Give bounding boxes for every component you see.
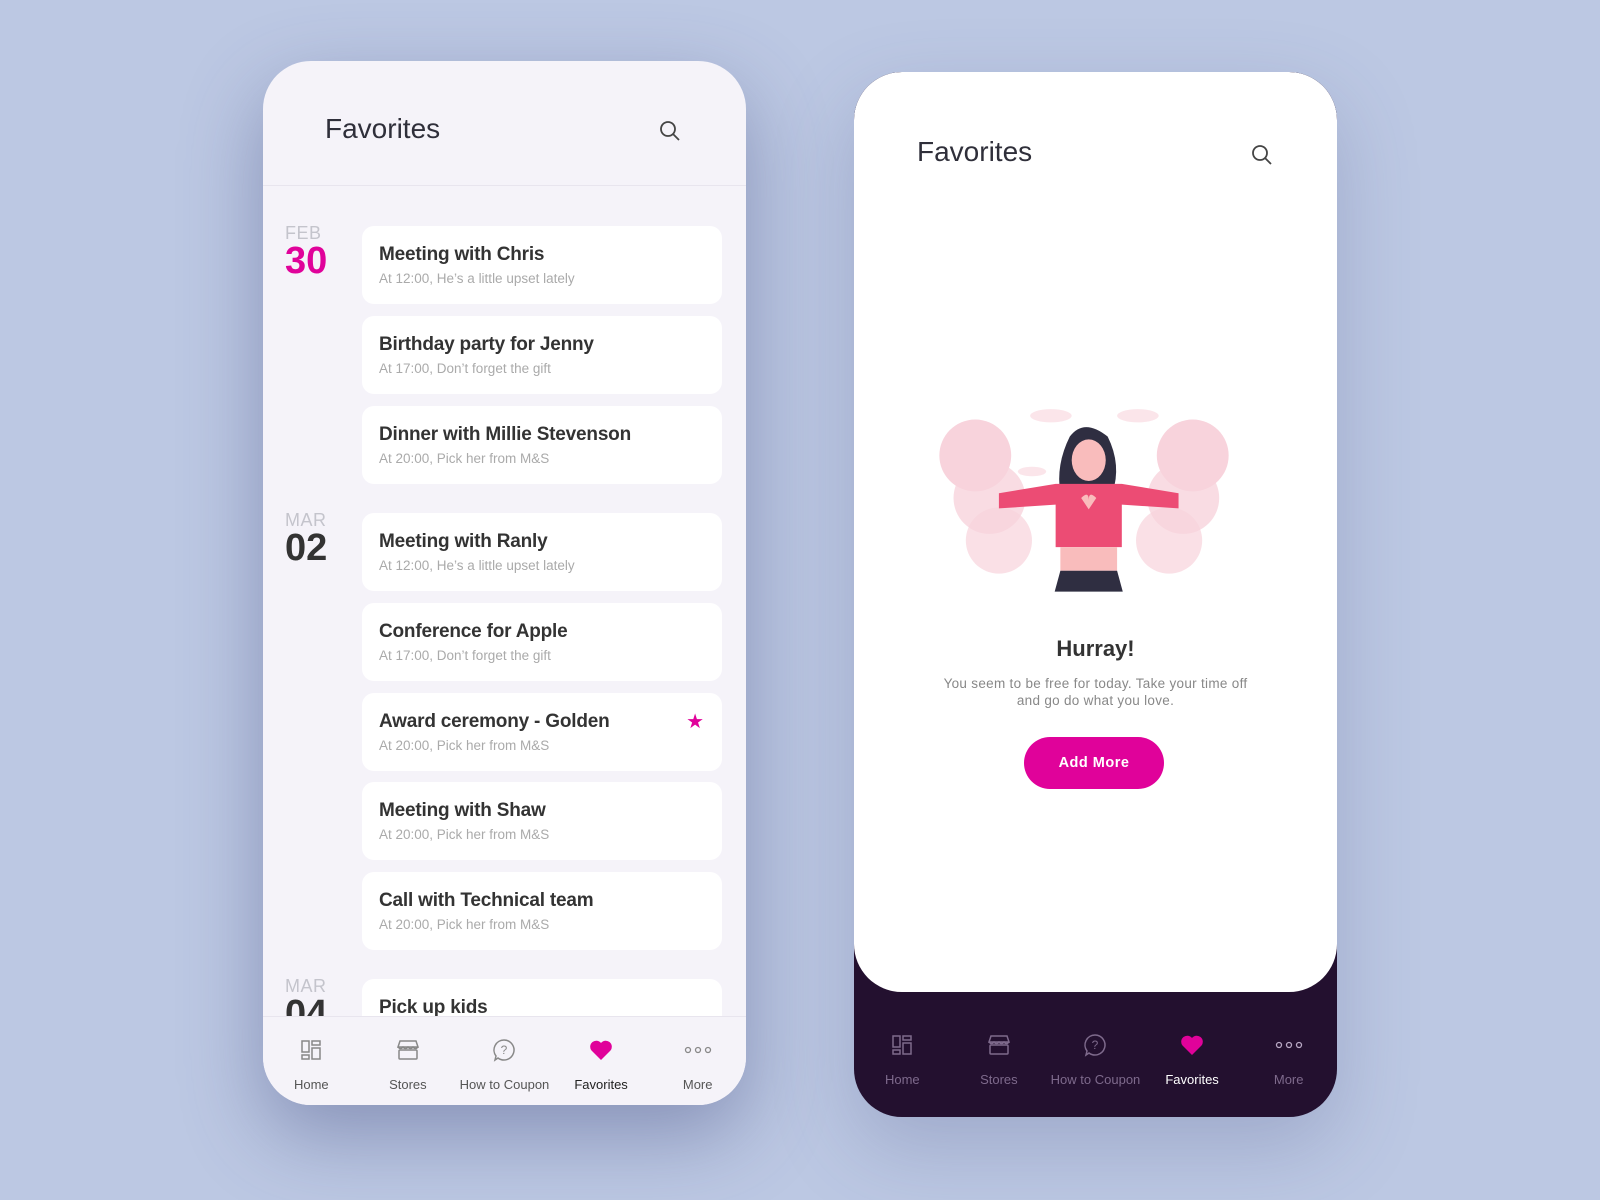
event-card[interactable]: Award ceremony - Golden At 20:00, Pick he… <box>362 693 722 771</box>
nav-home[interactable]: Home <box>854 1030 951 1087</box>
event-card[interactable]: Meeting with Chris At 12:00, He’s a littl… <box>362 226 722 304</box>
event-card[interactable]: Conference for Apple At 17:00, Don’t forg… <box>362 603 722 681</box>
event-card[interactable]: Meeting with Shaw At 20:00, Pick her from… <box>362 782 722 860</box>
heart-icon <box>590 1040 612 1060</box>
more-dots-icon <box>684 1046 711 1054</box>
nav-more[interactable]: More <box>1240 1030 1337 1087</box>
dashboard-icon <box>301 1040 322 1060</box>
date-label: FEB 30 <box>285 223 328 282</box>
nav-how-to-coupon[interactable]: ? How to Coupon <box>1047 1030 1144 1087</box>
more-dots-icon <box>1275 1041 1302 1049</box>
page-title: Favorites <box>917 136 1033 167</box>
header-divider <box>263 185 746 186</box>
svg-text:?: ? <box>501 1043 508 1057</box>
event-card[interactable]: Call with Technical team At 20:00, Pick h… <box>362 872 722 950</box>
store-icon <box>987 1035 1010 1055</box>
help-bubble-icon: ? <box>1084 1034 1107 1057</box>
search-icon[interactable] <box>658 119 682 143</box>
event-card[interactable]: Meeting with Ranly At 12:00, He’s a littl… <box>362 513 722 591</box>
search-icon[interactable] <box>1250 143 1274 167</box>
event-card[interactable]: Birthday party for Jenny At 17:00, Don’t … <box>362 316 722 394</box>
store-icon <box>396 1040 419 1060</box>
svg-text:?: ? <box>1092 1038 1099 1052</box>
favorites-empty-screen: Favorites Hurray! You seem to be free fo… <box>854 72 1337 1117</box>
empty-state-title: Hurray! <box>1056 636 1135 661</box>
star-icon[interactable]: ★ <box>686 709 704 734</box>
add-more-button[interactable]: Add More <box>1024 737 1164 789</box>
content-panel: Favorites Hurray! You seem to be free fo… <box>854 72 1337 992</box>
nav-home[interactable]: Home <box>263 1035 360 1105</box>
page-title: Favorites <box>325 113 441 144</box>
woman-heart-illustration <box>939 409 1229 592</box>
nav-how-to-coupon[interactable]: ? How to Coupon <box>456 1035 553 1105</box>
nav-favorites[interactable]: Favorites <box>1144 1030 1241 1087</box>
favorites-list-screen: Favorites FEB 30 MAR 02 MAR 04 Meeting with… <box>263 61 746 1105</box>
empty-state-message: You seem to be free for today. Take your… <box>943 676 1248 708</box>
nav-favorites[interactable]: Favorites <box>553 1035 650 1105</box>
dashboard-icon <box>892 1035 913 1055</box>
event-card[interactable]: Dinner with Millie Stevenson At 20:00, Pi… <box>362 406 722 484</box>
nav-stores[interactable]: Stores <box>951 1030 1048 1087</box>
help-bubble-icon: ? <box>493 1039 516 1062</box>
nav-stores[interactable]: Stores <box>360 1035 457 1105</box>
bottom-nav: Home Stores ? How to Coupon Favorites Mor… <box>263 1016 746 1105</box>
bottom-nav: Home Stores ? How to Coupon Favorites Mor… <box>854 1030 1337 1087</box>
date-label: MAR 02 <box>285 510 328 569</box>
heart-icon <box>1181 1035 1203 1055</box>
nav-more[interactable]: More <box>649 1035 746 1105</box>
